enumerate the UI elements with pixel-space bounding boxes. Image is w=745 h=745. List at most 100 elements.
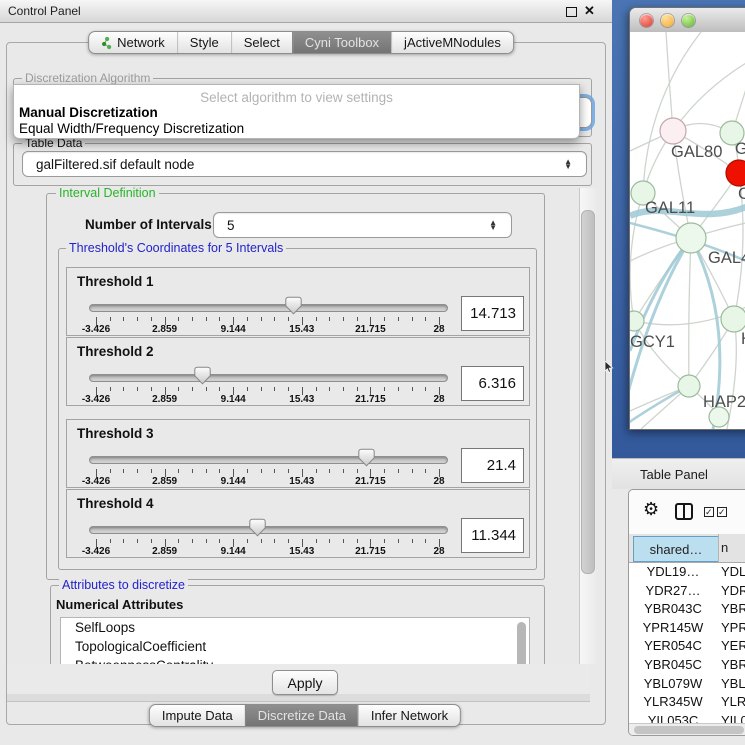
table-row[interactable]: YIL053CYIL0	[629, 712, 745, 723]
tick-mark	[357, 539, 358, 543]
table-hscrollbar[interactable]	[629, 723, 745, 736]
table-row[interactable]: YBR043CYBR0	[629, 600, 745, 619]
close-traffic-light-icon[interactable]	[640, 14, 653, 27]
tick-label: 28	[433, 394, 444, 405]
popup-item-1[interactable]: Manual Discretization	[14, 105, 584, 120]
checkbox-icon[interactable]: ✓	[704, 507, 714, 517]
tick-mark	[274, 469, 275, 473]
num-intervals-combobox[interactable]: 5 ▲▼	[213, 212, 512, 238]
tick-mark	[247, 387, 248, 391]
tick-mark	[274, 539, 275, 543]
attribute-list-item[interactable]: SelfLoops	[61, 618, 529, 637]
tick-mark	[178, 469, 179, 473]
tab-infer-network[interactable]: Infer Network	[358, 705, 460, 726]
tab-jactivemnodules[interactable]: jActiveMNodules	[391, 32, 513, 53]
threshold-value-field[interactable]: 6.316	[461, 366, 524, 401]
network-window[interactable]: GAL80GAGAL11CGAL4GCY1HHAP2	[629, 7, 745, 430]
tick-mark	[288, 469, 289, 473]
popup-item-2[interactable]: Equal Width/Frequency Discretization	[14, 121, 584, 136]
tick-mark	[329, 539, 330, 543]
list-scrollbar[interactable]	[517, 622, 526, 666]
control-panel-title: Control Panel	[8, 4, 81, 18]
slider-track[interactable]	[89, 456, 448, 464]
tick-mark	[137, 387, 138, 391]
tick-mark	[261, 387, 262, 391]
network-icon	[101, 36, 112, 50]
node-label: C	[738, 185, 745, 203]
threshold-value-field[interactable]: 11.344	[461, 518, 524, 553]
tab-label: jActiveMNodules	[404, 35, 501, 50]
node-label: GAL80	[671, 143, 722, 161]
cell-name: YBR0	[721, 601, 745, 616]
panel-scrollbar-thumb[interactable]	[581, 210, 595, 574]
slider-thumb[interactable]	[285, 296, 302, 320]
tick-mark	[288, 387, 289, 391]
tick-mark	[247, 317, 248, 321]
tick-mark	[398, 387, 399, 391]
table-data-combobox[interactable]: galFiltered.sif default node ▲▼	[22, 151, 587, 177]
numerical-attributes-list[interactable]: SelfLoopsTopologicalCoefficientBetweenne…	[60, 617, 530, 666]
tick-label: 21.715	[355, 324, 386, 335]
tick-mark	[110, 539, 111, 543]
threshold-value-field[interactable]: 21.4	[461, 448, 524, 483]
float-window-icon[interactable]	[566, 7, 577, 17]
slider-thumb[interactable]	[194, 366, 211, 390]
minimize-traffic-light-icon[interactable]	[661, 14, 674, 27]
tick-mark	[329, 387, 330, 391]
tab-select[interactable]: Select	[231, 32, 292, 53]
tab-label: Network	[117, 35, 165, 50]
apply-button[interactable]: Apply	[272, 670, 338, 695]
gear-icon[interactable]: ⚙	[643, 499, 659, 520]
cell-shared-name: YLR345W	[629, 694, 717, 709]
table-row[interactable]: YBR045CYBR0	[629, 656, 745, 675]
tick-mark	[398, 317, 399, 321]
table-row[interactable]: YBL079WYBL0	[629, 675, 745, 694]
zoom-traffic-light-icon[interactable]	[682, 14, 695, 27]
tick-mark	[137, 317, 138, 321]
split-pane-icon[interactable]	[675, 503, 693, 520]
apply-bar-strip	[7, 694, 590, 701]
cell-name: YER0	[721, 638, 745, 653]
attribute-list-item[interactable]: TopologicalCoefficient	[61, 637, 529, 656]
tick-label: 28	[433, 324, 444, 335]
column-divider[interactable]	[718, 534, 719, 562]
checkbox-icon[interactable]: ✓	[717, 507, 727, 517]
threshold-label: Threshold 4	[77, 496, 154, 511]
slider-thumb[interactable]	[249, 518, 266, 542]
network-node	[660, 118, 686, 144]
table-row[interactable]: YER054CYER0	[629, 637, 745, 656]
column-header-shared-name[interactable]: shared…	[633, 536, 719, 562]
slider-thumb[interactable]	[358, 448, 375, 472]
table-hscrollbar-thumb[interactable]	[634, 726, 744, 734]
slider-track[interactable]	[89, 304, 448, 312]
tab-discretize-data[interactable]: Discretize Data	[245, 705, 358, 726]
table-row[interactable]: YDR27…YDR2	[629, 582, 745, 601]
tick-mark	[412, 387, 413, 391]
tab-cyni-toolbox[interactable]: Cyni Toolbox	[292, 32, 391, 53]
tick-label: 21.715	[355, 476, 386, 487]
network-canvas[interactable]: GAL80GAGAL11CGAL4GCY1HHAP2	[630, 32, 745, 429]
tick-mark	[398, 469, 399, 473]
tick-label: -3.426	[82, 546, 110, 557]
tab-network[interactable]: Network	[89, 32, 177, 53]
tab-style[interactable]: Style	[177, 32, 231, 53]
tick-label: 21.715	[355, 546, 386, 557]
node-label: GA	[735, 140, 745, 158]
tick-mark	[288, 539, 289, 543]
network-window-titlebar[interactable]	[630, 8, 745, 33]
slider-track[interactable]	[89, 374, 448, 382]
table-row[interactable]: YDL19…YDL1	[629, 563, 745, 582]
table-row[interactable]: YPR145WYPR1	[629, 619, 745, 638]
table-row[interactable]: YLR345WYLR3	[629, 693, 745, 712]
threshold-4-row: Threshold 4-3.4262.8599.14415.4321.71528…	[66, 489, 530, 558]
cell-name: YPR1	[721, 620, 745, 635]
tick-mark	[398, 539, 399, 543]
threshold-value-field[interactable]: 14.713	[461, 296, 524, 331]
column-header-name[interactable]: n	[721, 540, 728, 555]
close-panel-icon[interactable]: ✕	[584, 3, 595, 19]
threshold-3-row: Threshold 3-3.4262.8599.14415.4321.71528…	[66, 419, 530, 488]
slider-track[interactable]	[89, 526, 448, 534]
table-panel-header: Table Panel	[612, 458, 745, 489]
tick-mark	[425, 387, 426, 391]
tab-impute-data[interactable]: Impute Data	[150, 705, 245, 726]
